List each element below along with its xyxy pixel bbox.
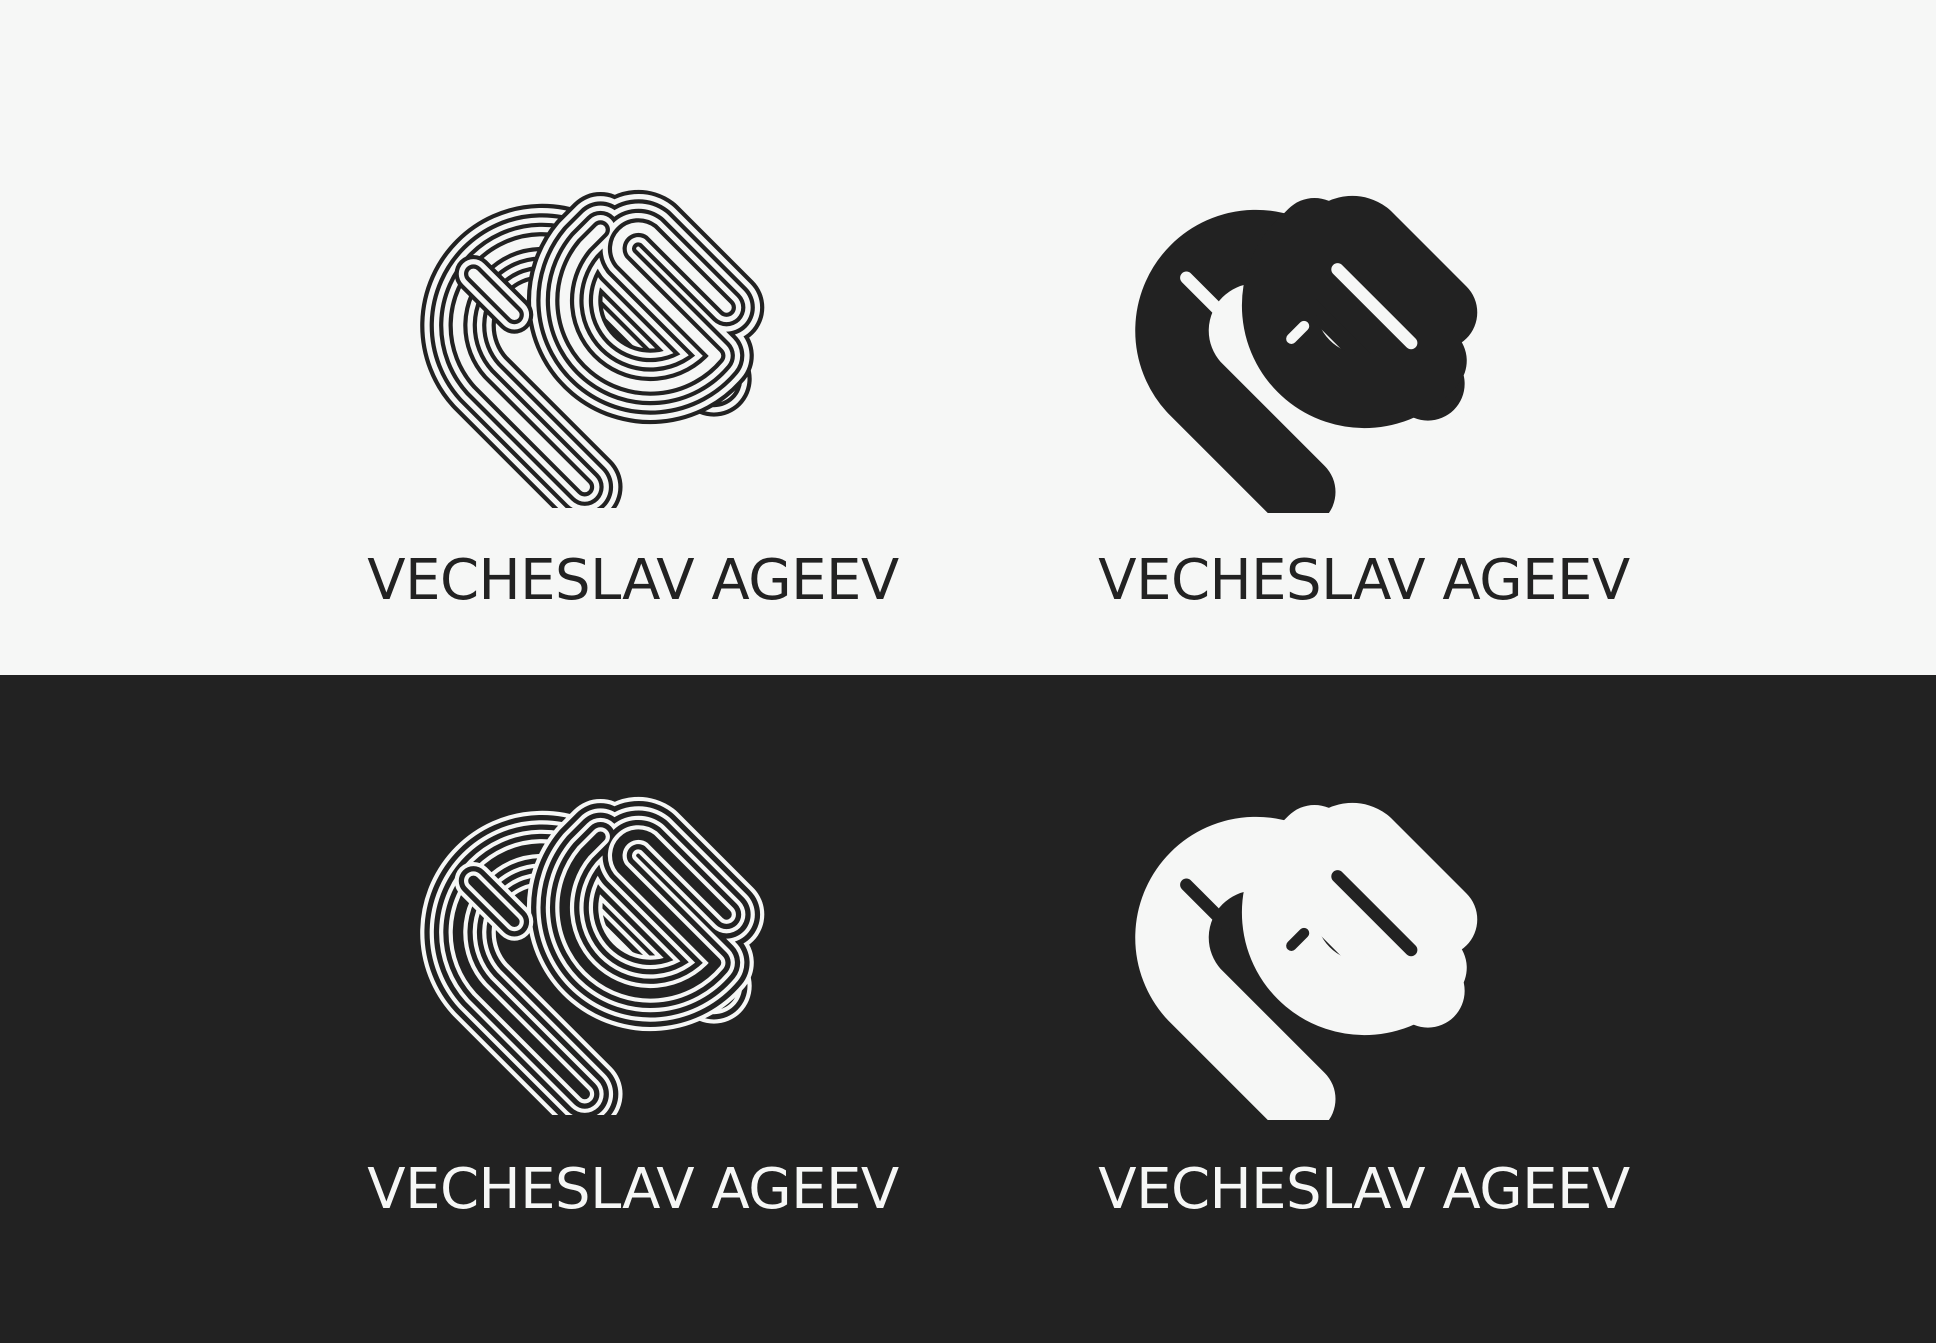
logo-tile-light-solid: VECHESLAV AGEEV: [968, 0, 1936, 675]
logo-tile-dark-outline: VECHESLAV AGEEV: [0, 675, 968, 1343]
monogram-stroke: [1241, 802, 1478, 1036]
logo-tile-dark-solid: VECHESLAV AGEEV: [968, 675, 1936, 1343]
wordmark-text: VECHESLAV AGEEV: [1098, 1157, 1630, 1222]
va-monogram-outline-icon: [420, 796, 765, 1115]
monogram-stroke: [1241, 195, 1478, 429]
va-monogram-solid-icon: [1135, 802, 1478, 1120]
wordmark-text: VECHESLAV AGEEV: [367, 1157, 899, 1222]
va-monogram-outline-icon: [420, 189, 765, 508]
va-monogram-solid-icon: [1135, 195, 1478, 513]
wordmark-text: VECHESLAV AGEEV: [1098, 548, 1630, 613]
logo-tile-light-outline: VECHESLAV AGEEV: [0, 0, 968, 675]
logo-sheet: VECHESLAV AGEEV VECHESLAV AGEEV VECHESLA…: [0, 0, 1936, 1343]
wordmark-text: VECHESLAV AGEEV: [367, 548, 899, 613]
